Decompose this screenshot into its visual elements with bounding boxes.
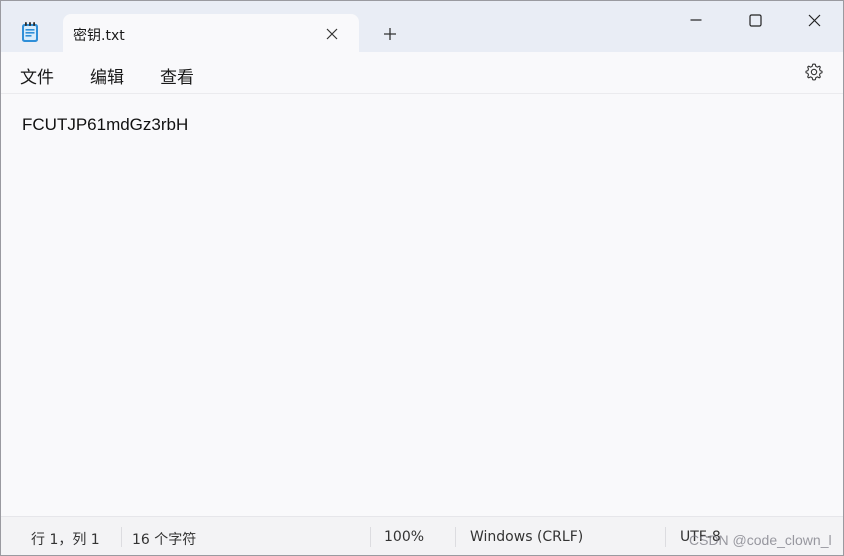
- zoom-level[interactable]: 100%: [384, 529, 424, 545]
- menu-bar: 文件 编辑 查看: [1, 52, 843, 94]
- maximize-icon[interactable]: [732, 3, 778, 37]
- status-divider: [121, 527, 122, 547]
- tab-document[interactable]: 密钥.txt: [63, 14, 359, 53]
- editor-content[interactable]: FCUTJP61mdGz3rbH: [22, 115, 188, 135]
- cursor-position: 行 1，列 1: [31, 532, 100, 548]
- close-icon[interactable]: [321, 23, 343, 45]
- watermark: CSDN @code_clown_l: [689, 532, 832, 548]
- line-ending[interactable]: Windows (CRLF): [470, 529, 583, 545]
- status-divider: [455, 527, 456, 547]
- text-editor[interactable]: FCUTJP61mdGz3rbH: [1, 94, 843, 516]
- minimize-icon[interactable]: [673, 3, 719, 37]
- tab-title: 密钥.txt: [73, 28, 125, 44]
- gear-icon[interactable]: [803, 61, 825, 83]
- menu-file[interactable]: 文件: [20, 63, 54, 88]
- menu-view[interactable]: 查看: [160, 63, 194, 88]
- close-icon[interactable]: [791, 3, 837, 37]
- notepad-icon: [20, 21, 40, 43]
- notepad-window: 密钥.txt 文件 编辑 查看 FCUTJP61mdGz3rbH 行 1，列 1…: [0, 0, 844, 556]
- plus-icon[interactable]: [378, 22, 402, 46]
- status-divider: [370, 527, 371, 547]
- character-count: 16 个字符: [132, 532, 197, 548]
- title-bar[interactable]: 密钥.txt: [1, 1, 843, 53]
- menu-edit[interactable]: 编辑: [90, 63, 124, 88]
- status-divider: [665, 527, 666, 547]
